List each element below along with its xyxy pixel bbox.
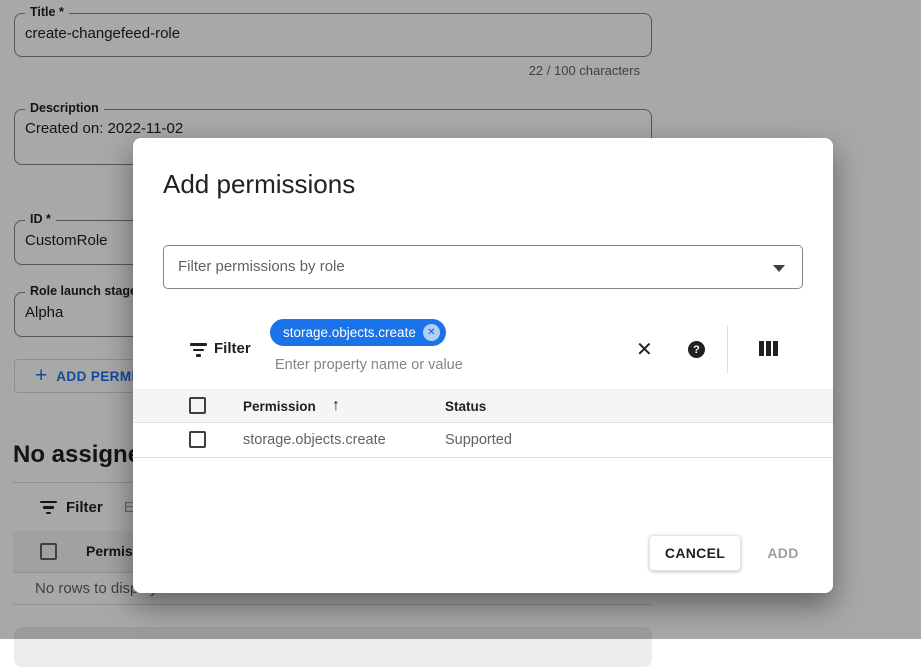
column-display-icon[interactable] [759, 341, 778, 356]
row-permission: storage.objects.create [243, 432, 386, 448]
filter-icon [190, 343, 207, 357]
cancel-button[interactable]: CANCEL [649, 535, 741, 571]
help-icon[interactable]: ? [688, 341, 705, 358]
chip-remove-icon[interactable]: ✕ [423, 324, 440, 341]
row-status: Supported [445, 432, 512, 448]
status-column-header[interactable]: Status [445, 399, 486, 414]
dialog-title: Add permissions [163, 169, 355, 200]
filter-chip-text: storage.objects.create [283, 325, 416, 340]
select-all-checkbox[interactable] [189, 397, 206, 414]
add-permissions-dialog: Add permissions Filter permissions by ro… [133, 138, 833, 593]
dropdown-arrow-icon [773, 265, 785, 272]
clear-filter-icon[interactable]: ✕ [636, 337, 653, 362]
sort-ascending-icon[interactable]: ↑ [332, 397, 340, 415]
role-filter-placeholder: Filter permissions by role [178, 246, 345, 288]
dialog-table-header: Permission ↑ Status [133, 389, 833, 423]
filter-input[interactable]: Enter property name or value [275, 357, 463, 373]
table-row[interactable]: storage.objects.create Supported [133, 423, 833, 458]
filter-label: Filter [214, 340, 251, 357]
toolbar-divider [727, 325, 728, 373]
permission-column-header[interactable]: Permission [243, 399, 316, 414]
row-checkbox[interactable] [189, 431, 206, 448]
role-filter-dropdown[interactable]: Filter permissions by role [163, 245, 803, 289]
add-button[interactable]: ADD [753, 535, 813, 571]
filter-chip[interactable]: storage.objects.create ✕ [270, 319, 446, 346]
